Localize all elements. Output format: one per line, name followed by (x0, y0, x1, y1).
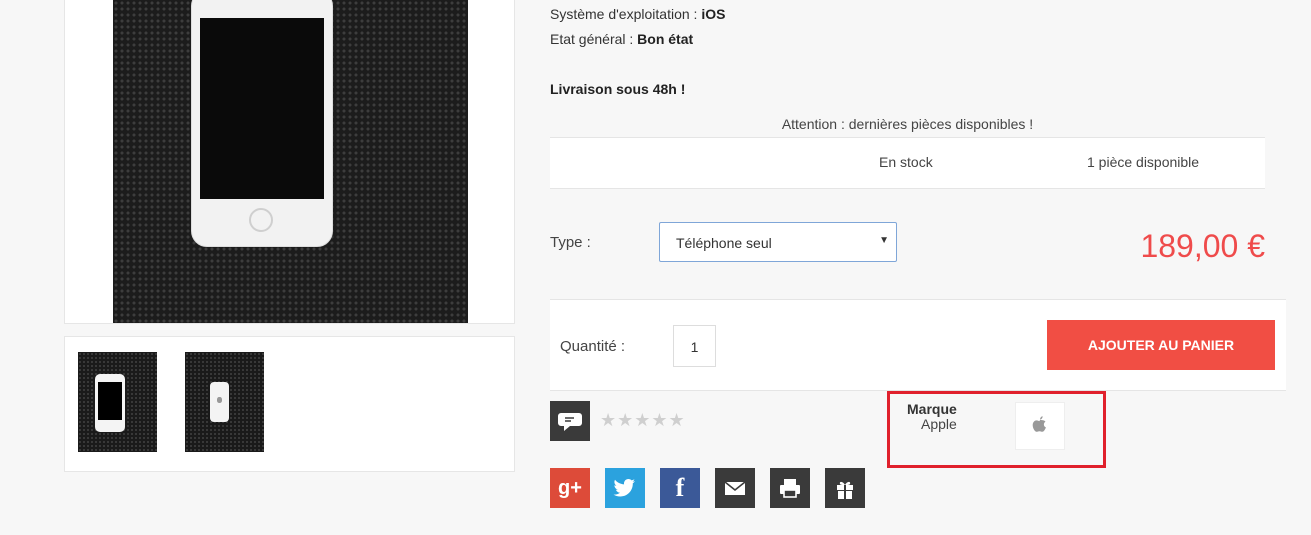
google-plus-share-button[interactable]: g+ (550, 468, 590, 508)
stock-info-box: En stock 1 pièce disponible (550, 137, 1265, 189)
quantity-box: Quantité : 1 AJOUTER AU PANIER (550, 299, 1286, 391)
spec-os-label: Système d'exploitation : (550, 6, 698, 22)
stock-quantity: 1 pièce disponible (1087, 154, 1200, 170)
stock-warning: Attention : dernières pièces disponibles… (781, 116, 1034, 132)
facebook-icon: f (675, 473, 685, 502)
twitter-share-button[interactable] (605, 468, 645, 508)
comment-icon (558, 413, 582, 431)
delivery-note: Livraison sous 48h ! (550, 81, 686, 97)
email-share-button[interactable] (715, 468, 755, 508)
send-to-friend-button[interactable] (825, 468, 865, 508)
spec-condition: Etat général : Bon état (550, 31, 693, 47)
thumbnail-front[interactable] (78, 352, 157, 452)
brand-logo[interactable] (1015, 402, 1065, 450)
type-label: Type : (550, 234, 591, 251)
comment-button[interactable] (550, 401, 590, 441)
dropdown-arrow-icon: ▼ (879, 235, 889, 246)
quantity-input[interactable]: 1 (673, 325, 716, 367)
print-button[interactable] (770, 468, 810, 508)
twitter-icon (613, 479, 635, 497)
main-product-image-box (64, 0, 515, 324)
brand-name: Apple (921, 416, 957, 432)
spec-condition-label: Etat général : (550, 31, 634, 47)
spec-os-value: iOS (701, 6, 726, 22)
mail-icon (724, 481, 746, 495)
print-icon (780, 479, 800, 498)
main-product-image[interactable] (113, 0, 468, 323)
apple-logo-icon (1032, 416, 1046, 432)
rating-stars: ★★★★★ (600, 410, 686, 430)
phone-image (191, 0, 333, 247)
quantity-label: Quantité : (560, 338, 626, 355)
facebook-share-button[interactable]: f (660, 468, 700, 508)
thumbnails-box (64, 336, 515, 472)
price: 189,00 € (1140, 228, 1265, 264)
stock-status: En stock (879, 154, 933, 170)
brand-label: Marque (907, 401, 957, 417)
spec-condition-value: Bon état (637, 31, 694, 47)
add-to-cart-button[interactable]: AJOUTER AU PANIER (1047, 320, 1275, 370)
type-select[interactable]: Téléphone seul ▼ (659, 222, 897, 262)
thumbnail-back[interactable] (185, 352, 264, 452)
google-plus-icon: g+ (558, 477, 582, 499)
type-select-value: Téléphone seul (676, 235, 772, 251)
spec-os: Système d'exploitation : iOS (550, 6, 725, 22)
gift-icon (837, 481, 853, 499)
